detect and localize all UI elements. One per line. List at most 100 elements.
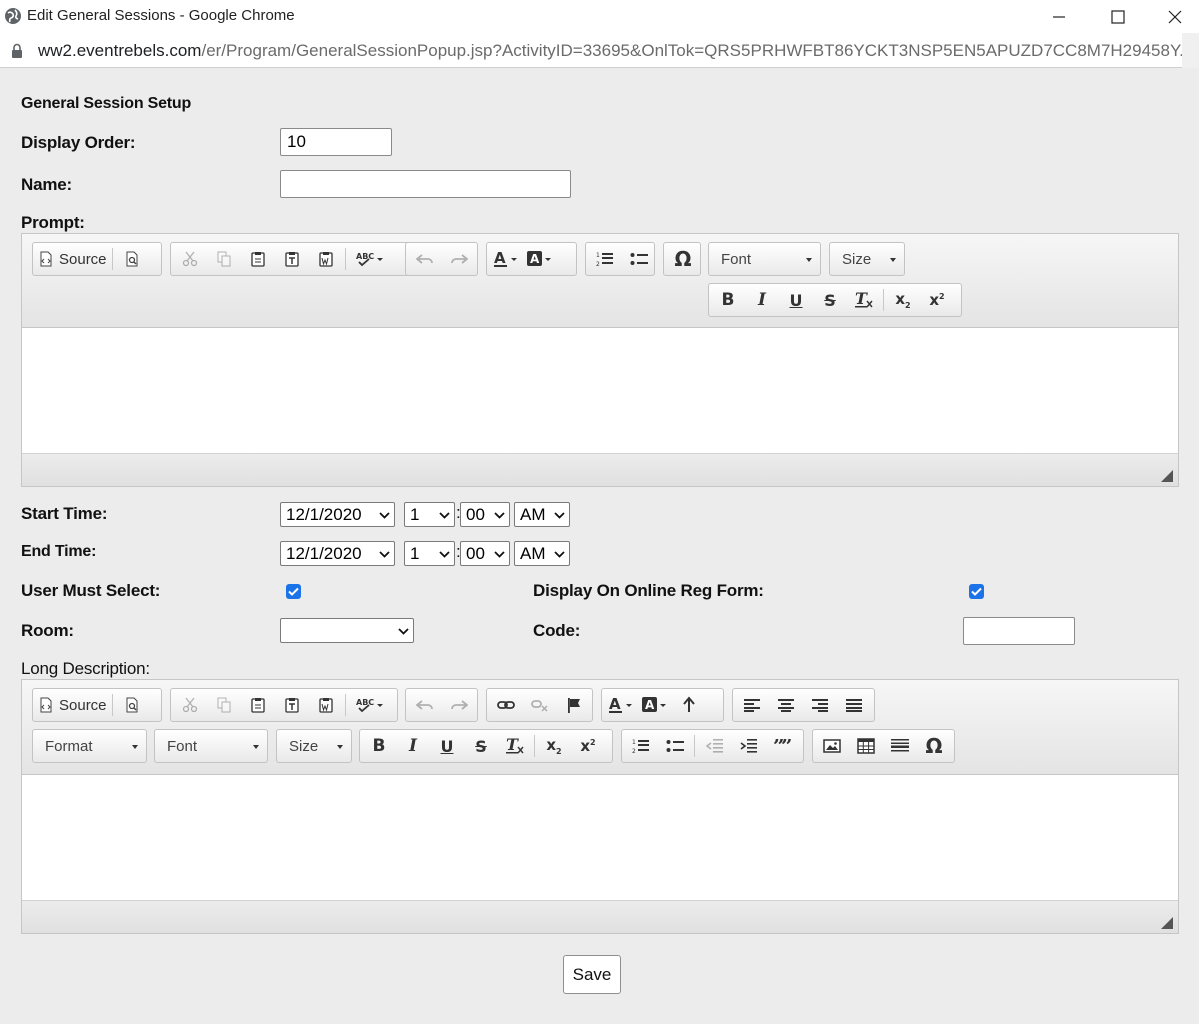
resize-grip-icon[interactable]	[1161, 470, 1173, 482]
italic-button[interactable]: I	[745, 286, 779, 314]
horizontal-rule-button[interactable]	[883, 732, 917, 760]
end-ampm-select[interactable]: AM	[514, 541, 570, 566]
chevron-down-icon	[379, 512, 390, 519]
dropdown-arrow-icon	[806, 258, 812, 262]
bold-button[interactable]: B	[362, 732, 396, 760]
anchor-button[interactable]	[557, 691, 591, 719]
display-online-checkbox[interactable]	[969, 584, 984, 599]
background-color-button[interactable]: A	[523, 245, 557, 273]
size-dropdown[interactable]: Size	[829, 242, 905, 276]
font-dropdown[interactable]: Font	[708, 242, 821, 276]
cut-button[interactable]	[173, 691, 207, 719]
format-dropdown-label: Format	[45, 737, 93, 755]
text-color-button[interactable]: A	[604, 691, 638, 719]
name-input[interactable]	[280, 170, 571, 198]
copy-icon	[217, 697, 231, 713]
undo-button[interactable]	[408, 245, 442, 273]
start-date-select[interactable]: 12/1/2020	[280, 502, 395, 527]
subscript-button[interactable]: x2	[886, 286, 920, 314]
redo-button[interactable]	[442, 691, 476, 719]
minimize-button[interactable]	[1031, 0, 1087, 33]
end-hour-select[interactable]: 1	[404, 541, 455, 566]
prompt-content-area[interactable]	[22, 328, 1178, 454]
paste-button[interactable]	[241, 245, 275, 273]
superscript-button[interactable]: x2	[571, 732, 605, 760]
end-minute-select[interactable]: 00	[460, 541, 510, 566]
align-right-button[interactable]	[803, 691, 837, 719]
dropdown-arrow-icon	[132, 745, 138, 749]
underline-button[interactable]: U	[430, 732, 464, 760]
numbered-list-icon: 12	[596, 252, 613, 267]
align-center-button[interactable]	[769, 691, 803, 719]
long-description-content-area[interactable]	[22, 775, 1178, 901]
display-order-input[interactable]: 10	[280, 128, 392, 156]
text-color-icon: A	[494, 250, 517, 267]
remove-format-button[interactable]: T	[498, 732, 532, 760]
bold-button[interactable]: B	[711, 286, 745, 314]
font-dropdown[interactable]: Font	[154, 729, 268, 763]
outdent-button[interactable]	[697, 732, 731, 760]
start-minute-select[interactable]: 00	[460, 502, 510, 527]
source-button[interactable]: Source	[35, 691, 110, 719]
spellcheck-button[interactable]: ABC	[348, 245, 392, 273]
end-date-select[interactable]: 12/1/2020	[280, 541, 395, 566]
format-dropdown[interactable]: Format	[32, 729, 147, 763]
source-button[interactable]: Source	[35, 245, 110, 273]
text-color-button[interactable]: A	[489, 245, 523, 273]
undo-button[interactable]	[408, 691, 442, 719]
unlink-button[interactable]	[523, 691, 557, 719]
copy-button[interactable]	[207, 245, 241, 273]
copy-button[interactable]	[207, 691, 241, 719]
paste-word-button[interactable]	[309, 691, 343, 719]
bulleted-list-button[interactable]	[622, 245, 656, 273]
superscript-button[interactable]: x2	[920, 286, 954, 314]
start-time-label: Start Time:	[21, 504, 108, 523]
start-ampm-select[interactable]: AM	[514, 502, 570, 527]
justify-button[interactable]	[837, 691, 871, 719]
start-hour-select[interactable]: 1	[404, 502, 455, 527]
spellcheck-button[interactable]: ABC	[348, 691, 392, 719]
display-online-label: Display On Online Reg Form:	[533, 581, 764, 600]
separator	[111, 694, 113, 716]
strikethrough-button[interactable]: S	[813, 286, 847, 314]
code-input[interactable]	[963, 617, 1075, 645]
preview-button[interactable]	[115, 245, 149, 273]
size-dropdown[interactable]: Size	[276, 729, 352, 763]
bulleted-list-button[interactable]	[658, 732, 692, 760]
link-button[interactable]	[489, 691, 523, 719]
align-left-button[interactable]	[735, 691, 769, 719]
image-button[interactable]	[815, 732, 849, 760]
check-icon	[288, 587, 299, 596]
blockquote-button[interactable]: ””	[765, 732, 799, 760]
numbered-list-button[interactable]: 12	[624, 732, 658, 760]
user-must-select-checkbox[interactable]	[286, 584, 301, 599]
maximize-editor-button[interactable]	[672, 691, 706, 719]
url-text[interactable]: ww2.eventrebels.com/er/Program/GeneralSe…	[38, 41, 1188, 61]
save-button[interactable]: Save	[563, 955, 621, 994]
underline-button[interactable]: U	[779, 286, 813, 314]
maximize-button[interactable]	[1090, 0, 1146, 33]
subscript-button[interactable]: x2	[537, 732, 571, 760]
paste-button[interactable]	[241, 691, 275, 719]
room-select[interactable]	[280, 618, 414, 643]
special-character-button[interactable]: Ω	[917, 732, 951, 760]
table-button[interactable]	[849, 732, 883, 760]
background-color-button[interactable]: A	[638, 691, 672, 719]
paste-text-button[interactable]	[275, 245, 309, 273]
special-character-button[interactable]: Ω	[666, 245, 700, 273]
close-window-button[interactable]	[1147, 0, 1199, 33]
strikethrough-button[interactable]: S	[464, 732, 498, 760]
redo-button[interactable]	[442, 245, 476, 273]
remove-format-button[interactable]: T	[847, 286, 881, 314]
numbered-list-button[interactable]: 12	[588, 245, 622, 273]
cut-icon	[182, 251, 198, 267]
italic-button[interactable]: I	[396, 732, 430, 760]
paste-text-button[interactable]	[275, 691, 309, 719]
cut-button[interactable]	[173, 245, 207, 273]
paste-word-button[interactable]	[309, 245, 343, 273]
resize-grip-icon[interactable]	[1161, 917, 1173, 929]
indent-button[interactable]	[731, 732, 765, 760]
scrollbar[interactable]	[1182, 33, 1199, 68]
address-bar[interactable]: ww2.eventrebels.com/er/Program/GeneralSe…	[0, 33, 1199, 68]
preview-button[interactable]	[115, 691, 149, 719]
